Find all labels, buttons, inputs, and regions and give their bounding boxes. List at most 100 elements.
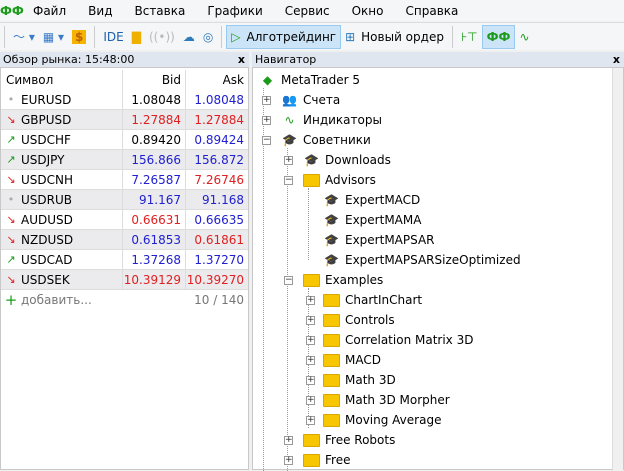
tree-item[interactable]: − Advisors (253, 170, 613, 190)
tree-item[interactable]: + Controls (253, 310, 613, 330)
symbol-name: AUDUSD (21, 212, 73, 227)
expand-icon[interactable]: + (306, 395, 315, 405)
menu-insert[interactable]: Вставка (123, 4, 196, 18)
symbol-row[interactable]: ↗ USDCHF 0.89420 0.89424 (1, 130, 248, 150)
symbol-row[interactable]: ↘ NZDUSD 0.61853 0.61861 (1, 230, 248, 250)
symbol-row[interactable]: ↗ USDJPY 156.866 156.872 (1, 150, 248, 170)
tree-item[interactable]: + 🎓 Downloads (253, 150, 613, 170)
menu-charts[interactable]: Графики (196, 4, 273, 18)
toolbar: 〜 ▾ ▦ ▾ $ IDE ▇ ((•)) ☁ ◎ ▷ Алготрейдинг … (0, 22, 624, 50)
symbol-row[interactable]: • EURUSD 1.08048 1.08048 (1, 90, 248, 110)
symbol-row[interactable]: ↘ USDSEK 10.39129 10.39270 (1, 270, 248, 290)
separator (4, 25, 5, 48)
tree-item[interactable]: + 👥 Счета (253, 90, 613, 110)
tree-item-label: Free Robots (325, 433, 396, 447)
close-icon[interactable]: x (613, 53, 620, 66)
symbol-row[interactable]: ↘ USDCNH 7.26587 7.26746 (1, 170, 248, 190)
header-bid[interactable]: Bid (123, 70, 186, 90)
symbol-name: USDCHF (21, 132, 71, 147)
tree-item[interactable]: + ∿ Индикаторы (253, 110, 613, 130)
expand-icon[interactable]: + (284, 435, 293, 445)
tree-item[interactable]: 🎓 ExpertMAPSARSizeOptimized (253, 250, 613, 270)
line-button[interactable]: ∿ (515, 25, 533, 49)
tree-item[interactable]: 🎓 ExpertMAMA (253, 210, 613, 230)
folder-icon (323, 313, 340, 327)
expand-icon[interactable]: + (284, 155, 293, 165)
ide-button[interactable]: IDE (99, 25, 127, 49)
collapse-icon[interactable]: − (284, 175, 293, 185)
market-button[interactable]: $ (68, 25, 90, 49)
tree-item[interactable]: ◆ MetaTrader 5 (253, 70, 613, 90)
symbol-row[interactable]: ↘ AUDUSD 0.66631 0.66635 (1, 210, 248, 230)
tree-item-label: Moving Average (345, 413, 442, 427)
symbol-row[interactable]: ↘ GBPUSD 1.27884 1.27884 (1, 110, 248, 130)
folder-icon (323, 413, 340, 427)
expand-icon[interactable]: + (306, 335, 315, 345)
bid-cell: 1.08048 (123, 90, 186, 110)
symbol-cell: ↘ AUDUSD (1, 210, 123, 230)
tree-item[interactable]: + Free (253, 450, 613, 470)
algo-trading-button[interactable]: ▷ Алготрейдинг (226, 24, 342, 49)
signal-icon: ((•)) (149, 29, 175, 44)
expand-icon[interactable]: + (284, 455, 293, 465)
bar-chart-button[interactable]: ⊦⊤ (457, 25, 482, 49)
expand-icon[interactable]: + (306, 355, 315, 365)
vps-button[interactable]: ☁ (179, 25, 199, 49)
expand-icon[interactable]: + (306, 315, 315, 325)
folder-icon (303, 453, 320, 467)
bars-icon: ⊦⊤ (460, 29, 478, 44)
collapse-icon[interactable]: − (262, 135, 271, 145)
collapse-icon[interactable]: − (284, 275, 293, 285)
tree-item[interactable]: 🎓 ExpertMAPSAR (253, 230, 613, 250)
ask-cell: 1.37270 (186, 250, 248, 270)
symbol-cell: ↘ USDSEK (1, 270, 123, 290)
signals-button[interactable]: ((•)) (145, 25, 179, 49)
new-order-label: Новый ордер (361, 29, 444, 44)
trend-up-icon: ↗ (6, 253, 16, 266)
close-icon[interactable]: x (238, 53, 245, 66)
tree-item[interactable]: − 🎓 Советники (253, 130, 613, 150)
tree-item[interactable]: + Math 3D (253, 370, 613, 390)
menu-window[interactable]: Окно (341, 4, 395, 18)
templates-button[interactable]: ▦ ▾ (39, 25, 68, 49)
shop-button[interactable]: ▇ (128, 25, 145, 49)
tree-item-label: Советники (303, 133, 371, 147)
add-symbol-row[interactable]: + добавить... 10 / 140 (1, 290, 248, 310)
tree-item[interactable]: + MACD (253, 350, 613, 370)
tree-item[interactable]: + ChartInChart (253, 290, 613, 310)
trend-down-icon: ↘ (6, 213, 16, 226)
folder-icon (323, 293, 340, 307)
tree-item[interactable]: + Free Robots (253, 430, 613, 450)
menu-file[interactable]: Файл (22, 4, 77, 18)
add-symbol-label[interactable]: добавить... (21, 293, 194, 307)
expand-icon[interactable]: + (306, 375, 315, 385)
app-logo-icon: ФФ (0, 3, 24, 18)
tree-item[interactable]: + Moving Average (253, 410, 613, 430)
header-ask[interactable]: Ask (186, 70, 248, 90)
menu-help[interactable]: Справка (395, 4, 470, 18)
expand-icon[interactable]: + (262, 95, 271, 105)
menu-view[interactable]: Вид (77, 4, 123, 18)
tree-item[interactable]: − Examples (253, 270, 613, 290)
menu-tools[interactable]: Сервис (274, 4, 341, 18)
expand-icon[interactable]: + (306, 415, 315, 425)
expert-advisor-icon: 🎓 (282, 133, 297, 147)
menu-bar: ФФ Файл Вид Вставка Графики Сервис Окно … (0, 0, 624, 21)
symbol-cell: • USDRUB (1, 190, 123, 210)
symbol-row[interactable]: • USDRUB 91.167 91.168 (1, 190, 248, 210)
web-button[interactable]: ◎ (199, 25, 217, 49)
tree-item[interactable]: + Correlation Matrix 3D (253, 330, 613, 350)
tree-item[interactable]: 🎓 ExpertMACD (253, 190, 613, 210)
tree-item[interactable]: + Math 3D Morpher (253, 390, 613, 410)
expand-icon[interactable]: + (262, 115, 271, 125)
trend-up-icon: ↗ (6, 133, 16, 146)
new-chart-button[interactable]: 〜 ▾ (9, 25, 39, 49)
symbol-row[interactable]: ↗ USDCAD 1.37268 1.37270 (1, 250, 248, 270)
symbol-cell: ↗ USDCAD (1, 250, 123, 270)
new-order-button[interactable]: ⊞ Новый ордер (341, 25, 448, 49)
candles-button[interactable]: ФФ (481, 24, 516, 49)
bid-cell: 91.167 (123, 190, 186, 210)
scrollbar[interactable] (612, 68, 623, 471)
header-symbol[interactable]: Символ (1, 70, 123, 90)
expand-icon[interactable]: + (306, 295, 315, 305)
